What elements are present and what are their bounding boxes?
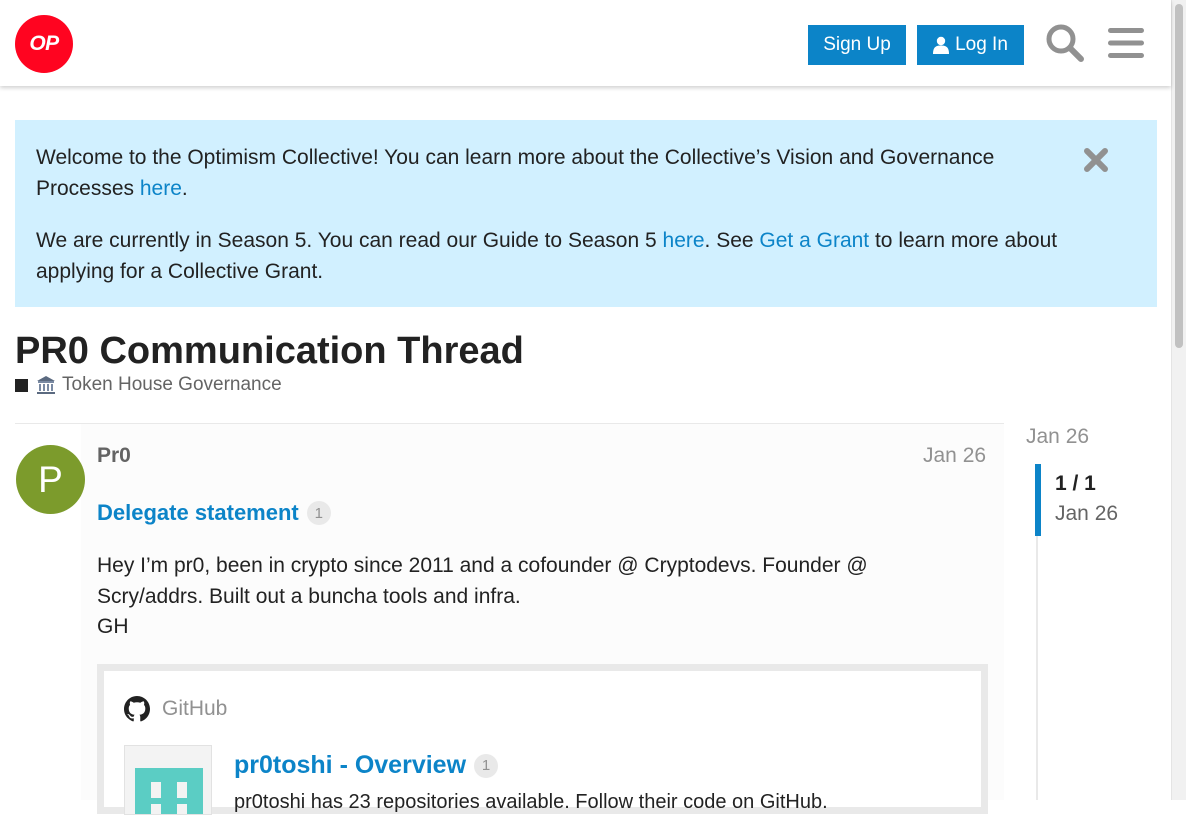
link-text: Delegate statement bbox=[97, 500, 299, 525]
page-scrollbar[interactable] bbox=[1171, 0, 1186, 800]
github-onebox: GitHub pr0toshi - Overview 1 pr0toshi ha… bbox=[97, 664, 988, 815]
site-logo[interactable]: OP bbox=[15, 15, 73, 73]
onebox-description: pr0toshi has 23 repositories available. … bbox=[234, 791, 828, 813]
banner-text: . bbox=[181, 177, 188, 200]
timeline-position: 1 / 1 bbox=[1055, 472, 1096, 495]
delegate-statement-link[interactable]: Delegate statement 1 bbox=[97, 500, 331, 526]
classical-building-icon bbox=[36, 375, 56, 395]
sign-up-button[interactable]: Sign Up bbox=[808, 25, 906, 65]
post-text-line: GH bbox=[97, 615, 129, 638]
github-icon bbox=[124, 696, 150, 722]
onebox-source[interactable]: GitHub bbox=[124, 696, 227, 722]
category-name: Token House Governance bbox=[62, 374, 282, 395]
post-content: Hey I’m pr0, been in crypto since 2011 a… bbox=[97, 551, 927, 643]
post-date[interactable]: Jan 26 bbox=[923, 444, 986, 468]
scrollbar-thumb[interactable] bbox=[1175, 4, 1183, 348]
vision-governance-link[interactable]: here bbox=[140, 177, 182, 200]
post-text-line: Hey I’m pr0, been in crypto since 2011 a… bbox=[97, 554, 868, 608]
category-badge[interactable]: Token House Governance bbox=[15, 374, 282, 396]
onebox-source-label: GitHub bbox=[162, 697, 228, 720]
banner-text: . See bbox=[704, 229, 760, 252]
banner-paragraph-1: Welcome to the Optimism Collective! You … bbox=[36, 142, 1036, 204]
onebox-title-link[interactable]: pr0toshi - Overview 1 bbox=[234, 751, 499, 780]
banner-paragraph-2: We are currently in Season 5. You can re… bbox=[36, 225, 1116, 287]
post-username[interactable]: Pr0 bbox=[97, 444, 131, 468]
avatar[interactable]: P bbox=[16, 445, 85, 514]
timeline-current-date: Jan 26 bbox=[1055, 502, 1119, 525]
category-color-square bbox=[15, 378, 28, 392]
timeline-handle[interactable] bbox=[1035, 464, 1041, 536]
site-header: OP Sign Up Log In bbox=[0, 0, 1171, 86]
topic-title[interactable]: PR0 Communication Thread bbox=[15, 329, 524, 373]
get-a-grant-link[interactable]: Get a Grant bbox=[759, 229, 869, 252]
welcome-banner: Welcome to the Optimism Collective! You … bbox=[15, 120, 1157, 307]
click-count-badge: 1 bbox=[306, 501, 331, 525]
github-identicon-icon bbox=[135, 768, 203, 814]
user-icon bbox=[933, 36, 950, 54]
close-icon[interactable] bbox=[1083, 147, 1109, 173]
search-icon[interactable] bbox=[1044, 22, 1086, 64]
timeline-start-date[interactable]: Jan 26 bbox=[1026, 425, 1089, 449]
click-count-badge: 1 bbox=[474, 753, 499, 778]
log-in-button[interactable]: Log In bbox=[917, 25, 1024, 65]
hamburger-menu-icon[interactable] bbox=[1105, 22, 1147, 64]
log-in-label: Log In bbox=[955, 34, 1008, 55]
onebox-thumbnail[interactable] bbox=[124, 745, 212, 815]
onebox-title: pr0toshi - Overview bbox=[234, 751, 467, 779]
season-5-guide-link[interactable]: here bbox=[663, 229, 705, 252]
banner-text: We are currently in Season 5. You can re… bbox=[36, 229, 663, 252]
